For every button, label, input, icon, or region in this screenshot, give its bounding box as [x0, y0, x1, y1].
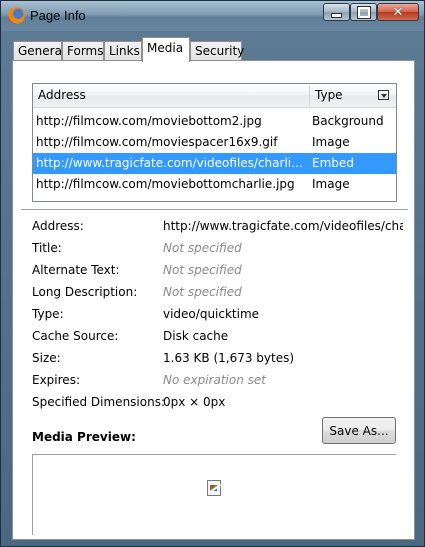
detail-label: Address:: [32, 219, 84, 233]
detail-long-description: Long Description: Not specified: [32, 281, 402, 303]
page-info-window: Page Info ✕ General Forms Links Media Se…: [0, 0, 425, 547]
list-item-type: Image: [312, 135, 350, 149]
list-item-address: http://filmcow.com/moviespacer16x9.gif: [36, 135, 278, 149]
detail-label: Expires:: [32, 373, 80, 387]
broken-image-icon: [207, 480, 221, 496]
tab-media[interactable]: Media: [142, 37, 190, 62]
column-picker-icon[interactable]: [378, 90, 389, 100]
address-value[interactable]: http://www.tragicfate.com/videofiles/cha…: [163, 215, 403, 237]
expires-value: No expiration set: [163, 373, 266, 387]
list-item-type: Embed: [312, 156, 354, 170]
list-rows: http://filmcow.com/moviebottom2.jpg Back…: [33, 111, 396, 195]
maximize-icon: [356, 5, 371, 19]
detail-title: Title: Not specified: [32, 237, 402, 259]
tab-security[interactable]: Security: [190, 41, 244, 61]
list-item[interactable]: http://filmcow.com/moviebottomcharlie.jp…: [33, 174, 396, 195]
title-value: Not specified: [163, 241, 242, 255]
tab-general[interactable]: General: [13, 41, 65, 61]
alt-text-value: Not specified: [163, 263, 242, 277]
detail-label: Type:: [32, 307, 64, 321]
minimize-icon: [331, 12, 342, 18]
close-button[interactable]: ✕: [377, 3, 419, 21]
cache-source-value: Disk cache: [163, 329, 229, 343]
type-value: video/quicktime: [163, 307, 260, 321]
media-preview-label: Media Preview:: [32, 430, 136, 444]
column-header-type[interactable]: Type: [315, 88, 343, 102]
detail-cache-source: Cache Source: Disk cache: [32, 325, 402, 347]
long-description-value: Not specified: [163, 285, 242, 299]
detail-size: Size: 1.63 KB (1,673 bytes): [32, 347, 402, 369]
media-details: Address: http://www.tragicfate.com/video…: [32, 215, 403, 413]
detail-label: Size:: [32, 351, 61, 365]
size-value: 1.63 KB (1,673 bytes): [163, 351, 295, 365]
detail-dimensions: Specified Dimensions: 0px × 0px: [32, 391, 402, 413]
detail-label: Alternate Text:: [32, 263, 120, 277]
list-item-selected[interactable]: http://www.tragicfate.com/videofiles/cha…: [33, 153, 396, 174]
tab-forms[interactable]: Forms: [62, 41, 104, 61]
detail-label: Long Description:: [32, 285, 138, 299]
dimensions-value: 0px × 0px: [163, 395, 226, 409]
list-header: Address Type: [33, 84, 396, 108]
detail-label: Title:: [32, 241, 62, 255]
title-bar[interactable]: Page Info ✕: [1, 1, 424, 31]
firefox-icon: [8, 7, 25, 24]
list-item[interactable]: http://filmcow.com/moviebottom2.jpg Back…: [33, 111, 396, 132]
splitter[interactable]: [21, 209, 408, 211]
detail-label: Specified Dimensions:: [32, 395, 166, 409]
maximize-button[interactable]: [350, 3, 377, 21]
close-icon: ✕: [392, 4, 404, 20]
list-item-type: Image: [312, 177, 350, 191]
list-item-address: http://filmcow.com/moviebottomcharlie.jp…: [36, 177, 295, 191]
media-preview: [32, 454, 396, 535]
tab-strip: General Forms Links Media Security: [9, 37, 418, 62]
detail-alt-text: Alternate Text: Not specified: [32, 259, 402, 281]
detail-label: Cache Source:: [32, 329, 119, 343]
column-separator[interactable]: [309, 86, 310, 106]
minimize-button[interactable]: [323, 3, 350, 21]
window-title: Page Info: [30, 8, 86, 23]
list-item[interactable]: http://filmcow.com/moviespacer16x9.gif I…: [33, 132, 396, 153]
list-item-address: http://filmcow.com/moviebottom2.jpg: [36, 114, 262, 128]
tab-links[interactable]: Links: [104, 41, 142, 61]
save-as-button[interactable]: Save As...: [322, 417, 396, 444]
media-panel: Address Type http://filmcow.com/moviebot…: [12, 60, 415, 540]
detail-address: Address: http://www.tragicfate.com/video…: [32, 215, 403, 237]
list-item-type: Background: [312, 114, 384, 128]
column-header-address[interactable]: Address: [38, 88, 86, 102]
list-item-address: http://www.tragicfate.com/videofiles/cha…: [36, 156, 306, 170]
media-list[interactable]: Address Type http://filmcow.com/moviebot…: [32, 83, 397, 202]
detail-expires: Expires: No expiration set: [32, 369, 402, 391]
detail-type: Type: video/quicktime: [32, 303, 402, 325]
